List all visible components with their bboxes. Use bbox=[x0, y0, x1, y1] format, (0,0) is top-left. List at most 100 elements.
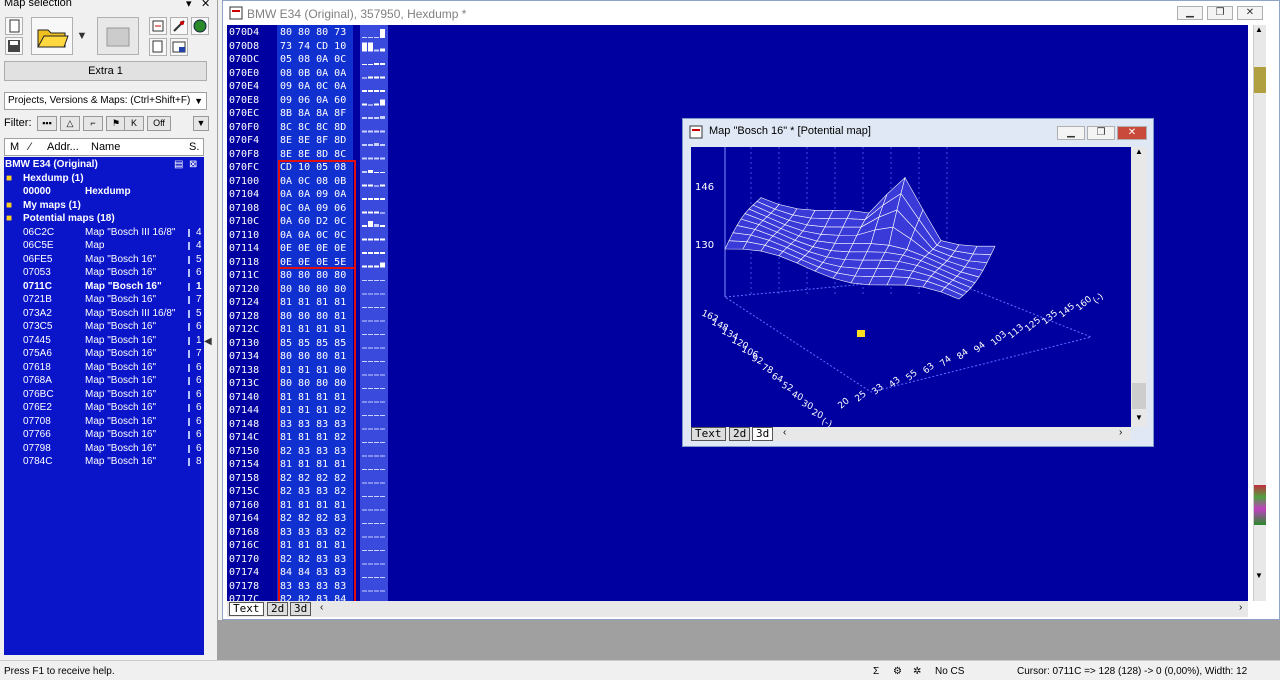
close-icon[interactable]: ⊠ bbox=[189, 158, 197, 172]
hex-address: 07100 bbox=[229, 175, 260, 187]
filter-bracket-button[interactable]: ⌐ bbox=[83, 116, 103, 131]
scroll-thumb[interactable] bbox=[1254, 67, 1266, 93]
scroll-up-icon[interactable]: ▲ bbox=[1135, 147, 1143, 156]
list-item[interactable]: 06FE5 Map "Bosch 16" 5 bbox=[4, 253, 204, 267]
list-item[interactable]: 073A2 Map "Bosch III 16/8" 5 bbox=[4, 307, 204, 321]
map-close-button[interactable]: ✕ bbox=[1117, 126, 1147, 140]
list-item[interactable]: 073C5 Map "Bosch 16" 6 bbox=[4, 320, 204, 334]
scroll-right-icon[interactable]: › bbox=[1239, 602, 1242, 613]
map-tab-3d[interactable]: 3d bbox=[752, 427, 774, 441]
list-item[interactable]: 06C5E Map 4 bbox=[4, 239, 204, 253]
copy-button[interactable] bbox=[149, 38, 167, 56]
minimize-button[interactable]: ▁ bbox=[1177, 6, 1203, 20]
scroll-down-icon[interactable]: ▼ bbox=[1135, 413, 1143, 422]
close-button[interactable]: ✕ bbox=[1237, 6, 1263, 20]
scroll-down-icon[interactable]: ▼ bbox=[1255, 571, 1263, 580]
save-button[interactable] bbox=[5, 37, 23, 55]
scroll-thumb[interactable] bbox=[1132, 383, 1146, 409]
byte-bar bbox=[362, 442, 367, 443]
list-item[interactable]: 07766 Map "Bosch 16" 6 bbox=[4, 428, 204, 442]
map-minimize-button[interactable]: ▁ bbox=[1057, 126, 1085, 140]
col-s[interactable]: S. bbox=[189, 141, 199, 153]
restore-button[interactable]: ❐ bbox=[1207, 6, 1233, 20]
map-vertical-scrollbar[interactable]: ▲ ▼ bbox=[1131, 147, 1147, 427]
projects-select[interactable]: Projects, Versions & Maps: (Ctrl+Shift+F… bbox=[4, 92, 207, 110]
list-item[interactable]: 07618 Map "Bosch 16" 6 bbox=[4, 361, 204, 375]
import-button[interactable] bbox=[149, 17, 167, 35]
scroll-up-icon[interactable]: ▲ bbox=[1255, 25, 1263, 34]
scroll-right-icon[interactable]: › bbox=[1119, 427, 1122, 438]
hex-bytes[interactable]: 8E 8E 8D 8C bbox=[280, 148, 346, 162]
col-address[interactable]: Addr... bbox=[47, 141, 79, 153]
map-horizontal-scrollbar[interactable]: Text 2d 3d ‹ › bbox=[691, 427, 1131, 441]
scroll-left-icon[interactable]: ‹ bbox=[320, 602, 323, 613]
hex-bytes[interactable]: 09 06 0A 60 bbox=[280, 94, 346, 108]
hex-bytes[interactable]: 05 08 0A 0C bbox=[280, 53, 346, 67]
scroll-left-icon[interactable]: ‹ bbox=[783, 427, 786, 438]
map-tab-text[interactable]: Text bbox=[691, 427, 726, 441]
map-tab-2d[interactable]: 2d bbox=[729, 427, 751, 441]
list-item[interactable]: 0784C Map "Bosch 16" 8 bbox=[4, 455, 204, 469]
close-panel-icon[interactable]: ✕ bbox=[201, 0, 210, 10]
list-item[interactable]: 076E2 Map "Bosch 16" 6 bbox=[4, 401, 204, 415]
sum-icon[interactable]: Σ bbox=[873, 666, 879, 677]
hex-bytes[interactable]: 8C 8C 8C 8D bbox=[280, 121, 346, 135]
list-item[interactable]: 06C2C Map "Bosch III 16/8" 4 bbox=[4, 226, 204, 240]
pin-icon[interactable]: ▾ bbox=[186, 0, 192, 10]
tree-project[interactable]: BMW E34 (Original) ▤ ⊠ bbox=[4, 158, 204, 172]
hex-bytes[interactable]: 73 74 CD 10 bbox=[280, 40, 346, 54]
list-item[interactable]: 07445 Map "Bosch 16" 1 bbox=[4, 334, 204, 348]
list-item[interactable]: 0768A Map "Bosch 16" 6 bbox=[4, 374, 204, 388]
list-item[interactable]: 075A6 Map "Bosch 16" 7 bbox=[4, 347, 204, 361]
list-view-icon[interactable]: ▤ bbox=[174, 158, 183, 172]
hex-bytes[interactable]: 8E 8E 8F 8D bbox=[280, 134, 346, 148]
hex-bytes[interactable]: 80 80 80 73 bbox=[280, 26, 346, 40]
map-restore-button[interactable]: ❐ bbox=[1087, 126, 1115, 140]
col-m[interactable]: M bbox=[10, 141, 19, 153]
settings-icon[interactable]: ⚙ bbox=[893, 666, 902, 677]
3d-map-plot[interactable]: 14613016214813412010692786452403020(-)20… bbox=[691, 147, 1131, 427]
tools-button[interactable] bbox=[170, 17, 188, 35]
filter-hex-button[interactable]: ▪▪▪ bbox=[37, 116, 57, 131]
splitter-arrow-icon[interactable]: ◀ bbox=[204, 336, 212, 350]
open-button[interactable] bbox=[31, 17, 73, 55]
byte-bar bbox=[368, 198, 373, 200]
horizontal-scrollbar[interactable]: Text 2d 3d ‹ › bbox=[227, 601, 1248, 617]
vertical-scrollbar[interactable]: ▲ ▼ bbox=[1253, 25, 1266, 601]
hex-bytes[interactable]: 8B 8A 8A 8F bbox=[280, 107, 346, 121]
list-item[interactable]: 07798 Map "Bosch 16" 6 bbox=[4, 442, 204, 456]
tab-text[interactable]: Text bbox=[229, 602, 264, 616]
gear-icon[interactable]: ✲ bbox=[913, 666, 921, 677]
list-item[interactable]: 07708 Map "Bosch 16" 6 bbox=[4, 415, 204, 429]
col-sort[interactable]: ⁄ bbox=[29, 141, 31, 153]
export-button[interactable] bbox=[97, 17, 139, 55]
tree-mymaps-folder[interactable]: ■ My maps (1) bbox=[4, 199, 204, 213]
new-file-button[interactable] bbox=[5, 17, 23, 35]
filter-flag-button[interactable]: ⚑ bbox=[106, 116, 126, 131]
hex-bytes[interactable]: 08 0B 0A 0A bbox=[280, 67, 346, 81]
tree-hexdump-folder[interactable]: ■ Hexdump (1) bbox=[4, 172, 204, 186]
tree-hexdump-item[interactable]: 00000 Hexdump bbox=[4, 185, 204, 199]
tab-2d[interactable]: 2d bbox=[267, 602, 289, 616]
filter-k-button[interactable]: K bbox=[124, 116, 144, 131]
open-dropdown-icon[interactable]: ▼ bbox=[76, 30, 88, 42]
byte-bar bbox=[374, 198, 379, 200]
size-bar bbox=[188, 282, 190, 291]
filter-dropdown-button[interactable]: ▼ bbox=[193, 116, 209, 131]
hex-bytes[interactable]: 09 0A 0C 0A bbox=[280, 80, 346, 94]
filter-triangle-button[interactable]: △ bbox=[60, 116, 80, 131]
byte-bar bbox=[374, 252, 379, 254]
tab-3d[interactable]: 3d bbox=[290, 602, 312, 616]
compare-button[interactable] bbox=[170, 38, 188, 56]
tree-potential-folder[interactable]: ■ Potential maps (18) bbox=[4, 212, 204, 226]
filter-off-button[interactable]: Off bbox=[147, 116, 171, 131]
byte-bar bbox=[368, 482, 373, 484]
list-item[interactable]: 0711C Map "Bosch 16" 1 bbox=[4, 280, 204, 294]
list-item[interactable]: 076BC Map "Bosch 16" 6 bbox=[4, 388, 204, 402]
byte-bar bbox=[380, 320, 385, 322]
col-name[interactable]: Name bbox=[91, 141, 120, 153]
web-button[interactable] bbox=[191, 17, 209, 35]
extra-1-button[interactable]: Extra 1 bbox=[4, 61, 207, 81]
list-item[interactable]: 0721B Map "Bosch 16" 7 bbox=[4, 293, 204, 307]
list-item[interactable]: 07053 Map "Bosch 16" 6 bbox=[4, 266, 204, 280]
